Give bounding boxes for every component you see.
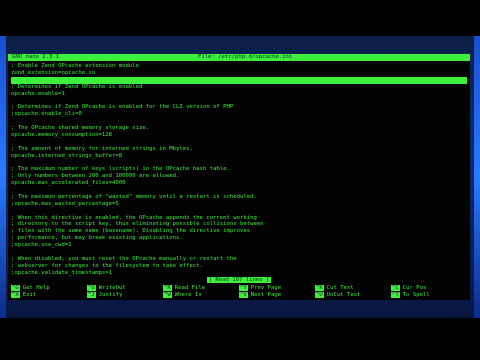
text-line[interactable]: ; The amount of memory for interned stri… bbox=[11, 146, 467, 153]
status-bar: [ Read 107 lines ] bbox=[8, 277, 470, 284]
text-line[interactable]: ; directory to the script key, thus elim… bbox=[11, 221, 467, 228]
text-line[interactable]: ; The OPcache shared memory storage size… bbox=[11, 125, 467, 132]
text-line[interactable]: ; Only numbers between 200 and 100000 ar… bbox=[11, 173, 467, 180]
shortcut-to-spell[interactable]: ^T To Spell bbox=[391, 292, 430, 299]
letterbox-bottom bbox=[0, 318, 480, 360]
file-name: File: /etc/php.d/opcache.ini bbox=[198, 54, 293, 60]
wallpaper-edge-left bbox=[0, 36, 6, 318]
text-line[interactable]: ;opcache.validate_timestamps=1 bbox=[11, 270, 467, 277]
text-line[interactable]: ; performance, but may break existing ap… bbox=[11, 235, 467, 242]
text-line[interactable] bbox=[11, 187, 467, 194]
shortcut-row: ^X Exit ^J Justify ^W Where Is ^V Next Page … bbox=[11, 292, 467, 299]
shortcut-next-page[interactable]: ^V Next Page bbox=[239, 292, 281, 299]
text-line[interactable]: ; Enable Zend OPcache extension module bbox=[11, 63, 467, 70]
text-line[interactable] bbox=[11, 118, 467, 125]
shortcut-get-help[interactable]: ^G Get Help bbox=[11, 285, 50, 292]
text-line[interactable]: ; The maximum percentage of "wasted" mem… bbox=[11, 194, 467, 201]
shortcut-cur-pos[interactable]: ^C Cur Pos bbox=[391, 285, 426, 292]
text-line[interactable]: opcache.interned_strings_buffer=8 bbox=[11, 153, 467, 160]
text-line[interactable] bbox=[11, 139, 467, 146]
terminal-window[interactable]: GNU nano 2.3.1 File: /etc/php.d/opcache.… bbox=[8, 54, 470, 300]
letterbox-top bbox=[0, 0, 480, 36]
text-line[interactable]: opcache.max_accelerated_files=4000 bbox=[11, 180, 467, 187]
app-title: GNU nano 2.3.1 bbox=[12, 54, 60, 60]
text-line[interactable]: opcache.memory_consumption=128 bbox=[11, 132, 467, 139]
file-content[interactable]: ; Enable Zend OPcache extension module z… bbox=[11, 63, 467, 277]
shortcut-read-file[interactable]: ^R Read File bbox=[163, 285, 205, 292]
text-line[interactable]: ; The maximum number of keys (scripts) i… bbox=[11, 166, 467, 173]
shortcut-where-is[interactable]: ^W Where Is bbox=[163, 292, 202, 299]
text-line[interactable] bbox=[11, 208, 467, 215]
text-line[interactable]: ;opcache.use_cwd=1 bbox=[11, 242, 467, 249]
shortcut-cut-text[interactable]: ^K Cut Text bbox=[315, 285, 354, 292]
shortcut-writeout[interactable]: ^O WriteOut bbox=[87, 285, 126, 292]
text-line[interactable]: ; Determines if Zend OPcache is enabled … bbox=[11, 104, 467, 111]
shortcut-prev-page[interactable]: ^Y Prev Page bbox=[239, 285, 281, 292]
text-line[interactable]: ; Determines if Zend OPcache is enabled bbox=[11, 84, 467, 91]
text-line[interactable] bbox=[11, 249, 467, 256]
text-line[interactable] bbox=[11, 159, 467, 166]
text-line[interactable]: ; webserver for changes to the filesyste… bbox=[11, 263, 467, 270]
text-line[interactable]: ; files with the same name (basename). D… bbox=[11, 228, 467, 235]
shortcut-justify[interactable]: ^J Justify bbox=[87, 292, 122, 299]
shortcut-bar: ^G Get Help ^O WriteOut ^R Read File ^Y Prev… bbox=[11, 285, 467, 299]
nano-title-bar: GNU nano 2.3.1 File: /etc/php.d/opcache.… bbox=[8, 54, 470, 61]
text-line[interactable]: ; When disabled, you must reset the OPca… bbox=[11, 256, 467, 263]
shortcut-uncut-text[interactable]: ^U UnCut Text bbox=[315, 292, 360, 299]
status-message: [ Read 107 lines ] bbox=[206, 277, 272, 283]
shortcut-exit[interactable]: ^X Exit bbox=[11, 292, 36, 299]
text-line[interactable]: ;opcache.enable_cli=0 bbox=[11, 111, 467, 118]
text-line[interactable]: opcache.enable=1 bbox=[11, 91, 467, 98]
wallpaper-edge-right bbox=[474, 36, 480, 318]
shortcut-row: ^G Get Help ^O WriteOut ^R Read File ^Y Prev… bbox=[11, 285, 467, 292]
cursor-line[interactable] bbox=[11, 76, 467, 84]
text-line[interactable]: zend_extension=opcache.so bbox=[11, 70, 467, 77]
text-line[interactable]: ;opcache.max_wasted_percentage=5 bbox=[11, 201, 467, 208]
text-line[interactable]: ; When this directive is enabled, the OP… bbox=[11, 215, 467, 222]
text-line[interactable] bbox=[11, 97, 467, 104]
